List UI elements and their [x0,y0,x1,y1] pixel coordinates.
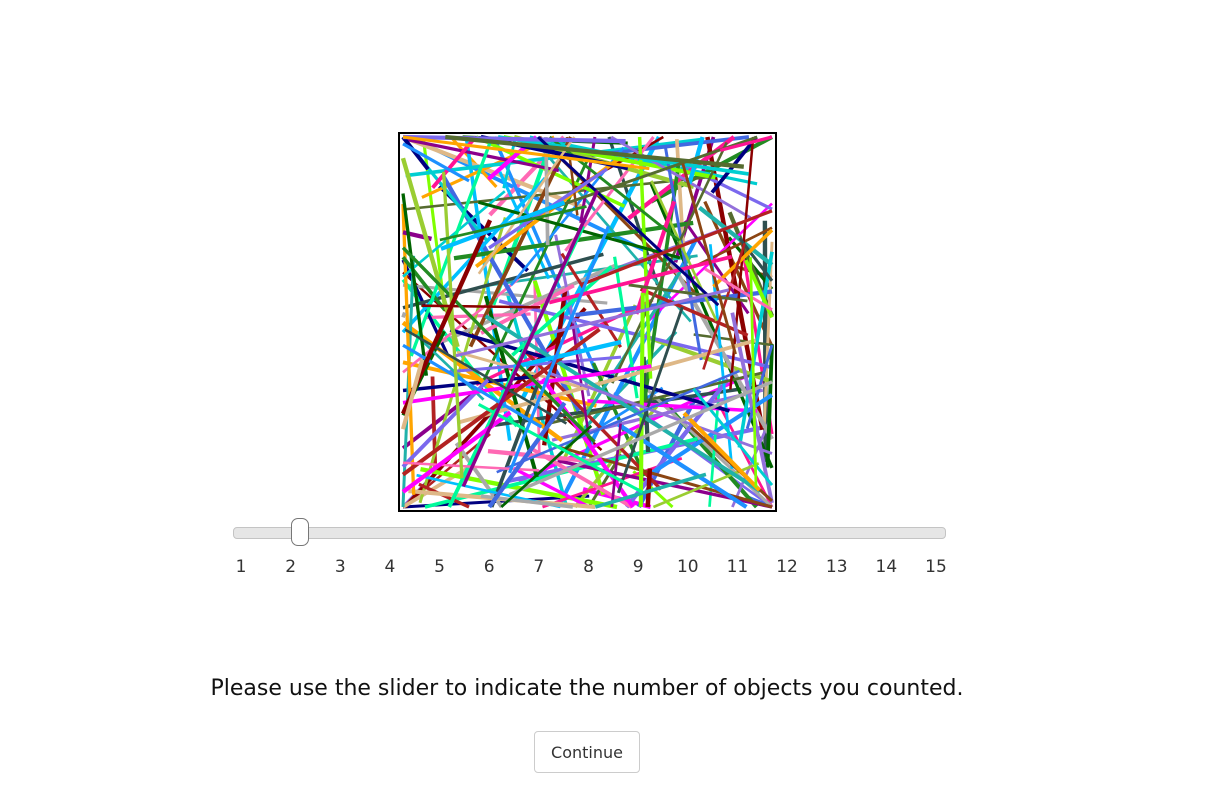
slider-tick-label: 6 [483,557,495,577]
slider-tick-label: 3 [334,557,346,577]
slider-tick-label: 8 [583,557,594,577]
random-lines-stimulus [398,132,777,512]
slider-tick-label: 5 [434,557,445,577]
count-slider[interactable] [233,518,946,548]
stimulus-line [441,171,464,479]
stimulus-line [421,304,541,309]
stimulus-line [401,311,407,318]
stimulus-line [638,292,645,508]
slider-tick-label: 12 [776,557,798,577]
slider-track[interactable] [233,527,946,539]
slider-tick-label: 1 [235,557,247,577]
slider-tick-label: 2 [285,557,297,577]
slider-tick-label: 14 [875,557,898,577]
instruction-text: Please use the slider to indicate the nu… [210,676,964,701]
slider-tick-label: 7 [533,557,545,577]
slider-tick-label: 11 [726,557,749,577]
slider-tick-labels: 1 2 3 4 5 6 7 8 9 10 11 12 13 14 15 [233,557,947,581]
lines-canvas [400,134,774,510]
slider-tick-label: 9 [632,557,644,577]
stimulus-line [645,468,653,508]
trial-page: 1 2 3 4 5 6 7 8 9 10 11 12 13 14 15 Please use the sli… [0,0,1211,811]
slider-tick-label: 15 [925,557,947,577]
slider-thumb[interactable] [290,518,309,546]
slider-tick-label: 4 [384,557,396,577]
slider-tick-label: 13 [825,557,848,577]
slider-tick-label: 10 [676,557,699,577]
continue-button[interactable]: Continue [534,731,640,773]
